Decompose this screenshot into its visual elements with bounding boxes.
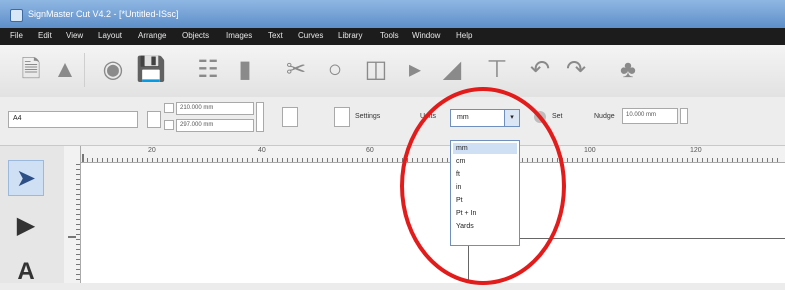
size-spinner[interactable] (256, 102, 264, 132)
units-option-mm[interactable]: mm (453, 143, 517, 154)
menu-item-edit[interactable]: Edit (38, 31, 52, 40)
print-icon[interactable]: ☷ (194, 55, 222, 85)
units-select[interactable]: mm ▾ (450, 109, 520, 127)
menu-item-help[interactable]: Help (456, 31, 472, 40)
menu-item-objects[interactable]: Objects (182, 31, 209, 40)
open-icon[interactable]: ◉ (96, 55, 130, 85)
app-icon (10, 9, 23, 22)
units-option-pt-in[interactable]: Pt + In (453, 208, 517, 219)
weed-icon[interactable]: ⊤ (480, 55, 514, 85)
send-to-cutter-icon[interactable]: ◢ (434, 55, 470, 85)
menu-item-tools[interactable]: Tools (380, 31, 399, 40)
ruler-label: 20 (148, 147, 156, 154)
menu-item-view[interactable]: View (66, 31, 83, 40)
units-dropdown-list: mm cm ft in Pt Pt + In Yards (450, 140, 520, 246)
orientation-button[interactable] (147, 111, 161, 128)
horizontal-ruler: 20 40 60 80 100 120 (64, 146, 785, 163)
node-edit-icon[interactable]: ▶ (8, 208, 44, 244)
units-select-value: mm (457, 114, 469, 121)
menu-item-library[interactable]: Library (338, 31, 362, 40)
paste-icon[interactable]: ◫ (356, 55, 396, 85)
height-lock-icon[interactable] (164, 120, 174, 130)
redo-icon[interactable]: ↷ (560, 55, 592, 85)
object-field-value: A4 (13, 115, 22, 122)
height-field[interactable]: 297.000 mm (176, 119, 254, 132)
settings-button[interactable]: Settings (355, 113, 380, 120)
import-icon[interactable]: ▲ (52, 55, 78, 85)
undo-icon[interactable]: ↶ (524, 55, 556, 85)
ruler-label: 100 (584, 147, 596, 154)
menu-item-window[interactable]: Window (412, 31, 440, 40)
window-title: SignMaster Cut V4.2 - [*Untitled-ISsc] (28, 9, 179, 19)
height-field-value: 297.000 mm (180, 122, 214, 128)
page-icon[interactable] (282, 107, 298, 127)
units-option-in[interactable]: in (453, 182, 517, 193)
nudge-field[interactable]: 10.000 mm (622, 108, 678, 124)
units-option-ft[interactable]: ft (453, 169, 517, 180)
ruler-ticks (76, 164, 80, 282)
toolbar-separator (84, 53, 85, 87)
cut-icon[interactable]: ✂ (282, 55, 310, 85)
chevron-down-icon[interactable]: ▾ (504, 110, 519, 126)
ruler-ticks (82, 158, 782, 162)
set-icon (534, 111, 546, 123)
width-lock-icon[interactable] (164, 103, 174, 113)
menu-item-arrange[interactable]: Arrange (138, 31, 166, 40)
new-file-icon[interactable]: 🗎 (18, 55, 44, 85)
width-field[interactable]: 210.000 mm (176, 102, 254, 115)
menu-item-images[interactable]: Images (226, 31, 252, 40)
menu-item-text[interactable]: Text (268, 31, 283, 40)
units-option-cm[interactable]: cm (453, 156, 517, 167)
nudge-field-value: 10.000 mm (626, 112, 657, 118)
nudge-label: Nudge (594, 113, 615, 120)
units-option-pt[interactable]: Pt (453, 195, 517, 206)
cut-plotter-icon[interactable]: ▮ (234, 55, 256, 85)
copy-icon[interactable]: ○ (322, 55, 348, 85)
ruler-marker (68, 236, 76, 238)
title-bar: SignMaster Cut V4.2 - [*Untitled-ISsc] (0, 0, 785, 28)
tool-panel: ➤ ▶ A (0, 146, 65, 285)
menu-item-layout[interactable]: Layout (98, 31, 122, 40)
ruler-label: 40 (258, 147, 266, 154)
units-label: Units (420, 113, 436, 120)
design-canvas[interactable] (81, 163, 785, 283)
vertical-ruler (64, 146, 81, 283)
text-tool-icon[interactable]: A (8, 254, 44, 290)
property-bar: A4 210.000 mm 297.000 mm Settings Units … (0, 97, 785, 146)
width-field-value: 210.000 mm (180, 105, 214, 111)
set-button[interactable]: Set (552, 113, 563, 120)
object-select-field[interactable]: A4 (8, 111, 138, 128)
ruler-label: 60 (366, 147, 374, 154)
tool-options-icon[interactable]: ♣ (610, 55, 646, 85)
menu-item-curves[interactable]: Curves (298, 31, 323, 40)
save-icon[interactable]: 💾 (136, 55, 166, 85)
ruler-label: 120 (690, 147, 702, 154)
select-arrow-icon[interactable]: ➤ (8, 160, 44, 196)
arrow-icon[interactable]: ▸ (402, 55, 428, 85)
nudge-spinner[interactable] (680, 108, 688, 124)
units-option-yards[interactable]: Yards (453, 221, 517, 232)
menu-item-file[interactable]: File (10, 31, 23, 40)
main-toolbar: 🗎 ▲ ◉ 💾 ☷ ▮ ✂ ○ ◫ ▸ ◢ ⊤ ↶ ↷ ♣ (0, 45, 785, 98)
settings-icon[interactable] (334, 107, 350, 127)
menu-bar: File Edit View Layout Arrange Objects Im… (0, 28, 785, 45)
